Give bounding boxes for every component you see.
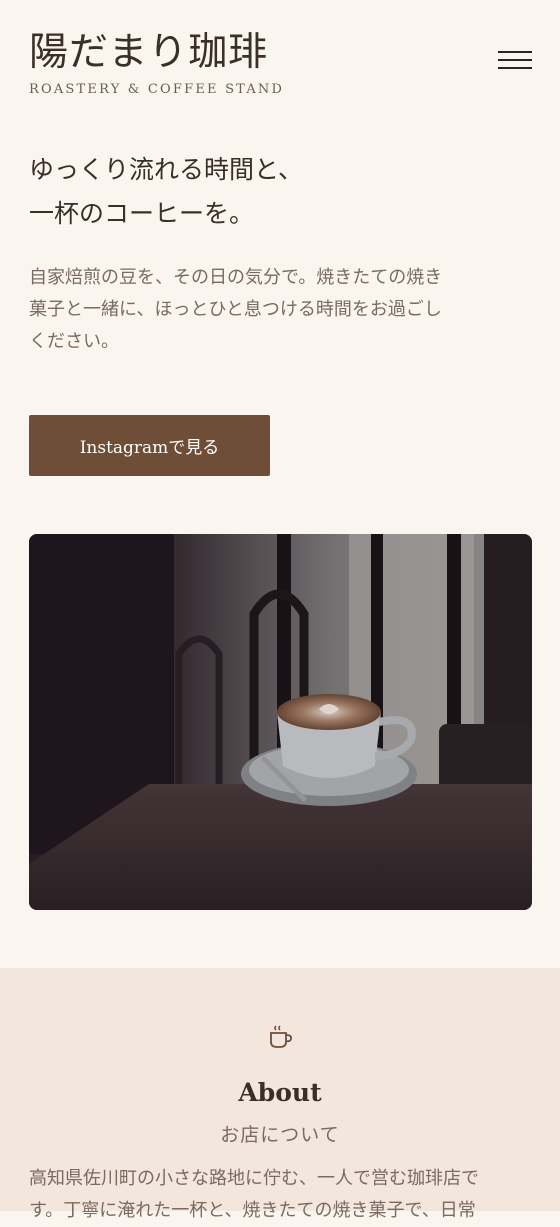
hamburger-menu-icon[interactable] xyxy=(498,48,532,74)
menu-line xyxy=(498,51,532,53)
site-header: 陽だまり珈琲 ROASTERY & COFFEE STAND xyxy=(29,30,532,100)
about-description: 高知県佐川町の小さな路地に佇む、一人で営む珈琲店で す。丁寧に淹れた一杯と、焼き… xyxy=(29,1163,539,1227)
hero-heading-line: ゆっくり流れる時間と、 xyxy=(29,155,304,184)
coffee-photo-image xyxy=(29,534,532,910)
menu-line xyxy=(498,67,532,69)
hero-heading: ゆっくり流れる時間と、 一杯のコーヒーを。 xyxy=(29,148,529,236)
hero-description: 自家焙煎の豆を、その日の気分で。焼きたての焼き 菓子と一緒に、ほっとひと息つける… xyxy=(29,262,529,358)
about-subtitle: お店について xyxy=(220,1124,340,1146)
menu-line xyxy=(498,59,532,61)
hero-text-line: ください。 xyxy=(29,331,119,352)
about-title: About xyxy=(238,1078,322,1107)
hero-heading-line: 一杯のコーヒーを。 xyxy=(29,199,255,228)
about-text-line: す。丁寧に淹れた一杯と、焼きたての焼き菓子で、日常 xyxy=(29,1200,476,1221)
coffee-photo xyxy=(29,534,532,910)
hero-text-line: 菓子と一緒に、ほっとひと息つける時間をお過ごし xyxy=(29,299,442,320)
coffee-cup-icon xyxy=(270,1025,293,1048)
about-section: About お店について 高知県佐川町の小さな路地に佇む、一人で営む珈琲店で す… xyxy=(0,968,560,1221)
logo-title[interactable]: 陽だまり珈琲 xyxy=(29,30,268,76)
logo-subtitle: ROASTERY & COFFEE STAND xyxy=(29,82,285,97)
about-text-line: 高知県佐川町の小さな路地に佇む、一人で営む珈琲店で xyxy=(29,1168,479,1189)
instagram-button[interactable]: Instagramで見る xyxy=(29,415,270,476)
hero-text-line: 自家焙煎の豆を、その日の気分で。焼きたての焼き xyxy=(29,267,443,288)
